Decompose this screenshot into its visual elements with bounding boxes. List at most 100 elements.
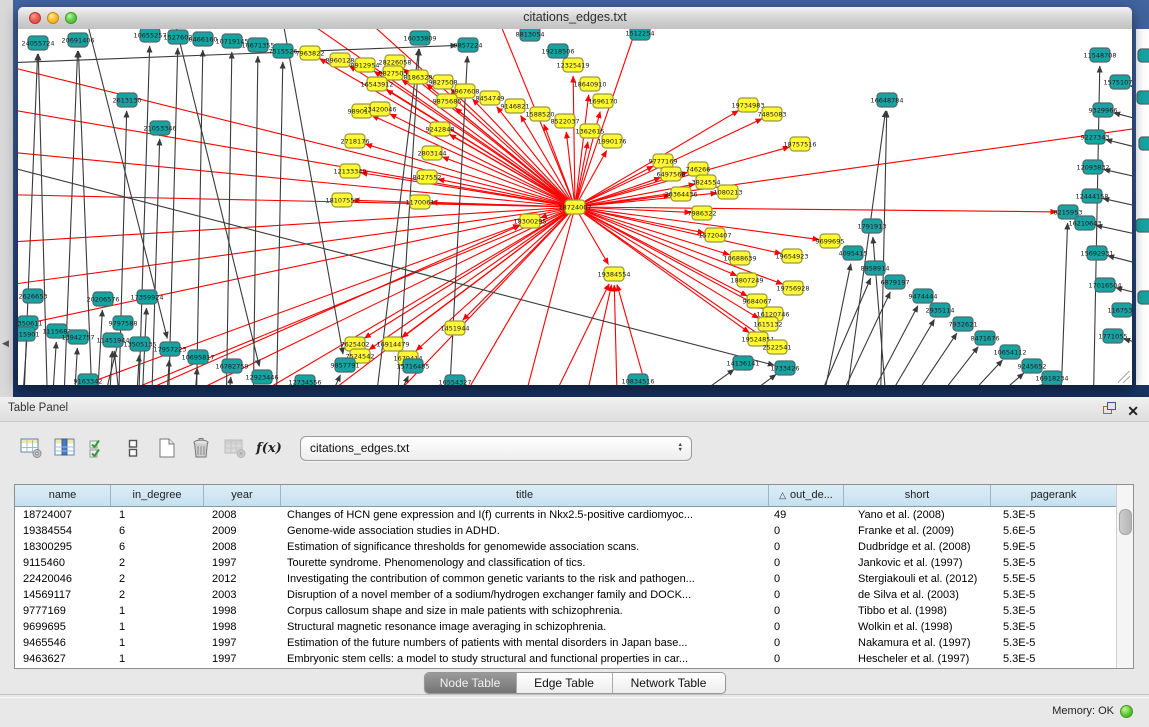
graph-node-12734556[interactable]: 12734556 [288,375,321,385]
graph-node-19654923[interactable]: 19654923 [775,249,808,263]
graph-node-8427552[interactable]: 8427552 [413,170,442,184]
graph-node-20691406[interactable]: 20691406 [61,33,94,47]
graph-edge[interactable] [617,285,658,385]
graph-node-24055724[interactable]: 24055724 [21,36,54,50]
scrollbar-thumb[interactable] [1119,509,1132,535]
column-header-name[interactable]: name [15,485,111,507]
graph-node-10654112[interactable]: 10654112 [993,345,1026,359]
graph-node-9797588[interactable]: 9797588 [109,316,138,330]
graph-edge[interactable] [18,149,575,207]
graph-edge[interactable] [518,207,575,385]
window-titlebar[interactable]: citations_edges.txt [18,7,1132,30]
graph-edge[interactable] [985,384,1043,385]
selection-checks-icon[interactable] [86,435,112,461]
graph-node-10688639[interactable]: 10688639 [723,251,756,265]
graph-edge[interactable] [818,264,851,385]
graph-node-2613130[interactable]: 2613130 [113,93,142,107]
graph-node-15720407[interactable]: 15720407 [698,228,731,242]
graph-edge[interactable] [658,369,734,385]
graph-node-1167531[interactable]: 1167531 [1108,303,1132,317]
graph-node-9242848[interactable]: 9242848 [426,122,455,136]
graph-node-9684067[interactable]: 9684067 [743,294,772,308]
graph-edge[interactable] [1060,223,1068,385]
graph-node-1990176[interactable]: 1990176 [598,134,627,148]
column-header-in_degree[interactable]: in_degree [111,485,204,507]
graph-node-16033809[interactable]: 16033809 [403,31,436,45]
graph-node-8466160[interactable]: 8466160 [189,32,218,46]
tab-edge-table[interactable]: Edge Table [517,673,613,693]
graph-node-9245652[interactable]: 9245652 [1018,359,1047,373]
graph-node-9699695[interactable]: 9699695 [816,234,845,248]
graph-node-1791913[interactable]: 1791913 [858,219,887,233]
graph-edge[interactable] [614,285,618,385]
graph-node-8813054[interactable]: 8813054 [516,29,545,41]
graph-node-15692931[interactable]: 15692931 [1080,246,1113,260]
graph-node-2718176[interactable]: 2718176 [341,134,370,148]
table-row[interactable]: 1872400712008Changes of HCN gene express… [15,507,1133,523]
network-window[interactable]: citations_edges.txt 18724007796382289601… [18,7,1132,385]
graph-node-19384554[interactable]: 19384554 [597,267,630,281]
graph-edge[interactable] [708,374,776,385]
graph-node-8912954[interactable]: 8912954 [351,58,380,72]
column-header-title[interactable]: title [281,485,769,507]
graph-node-19756928[interactable]: 19756928 [776,281,809,295]
graph-node-7485083[interactable]: 7485083 [758,107,787,121]
graph-node[interactable] [1138,49,1149,62]
graph-edge[interactable] [808,278,871,385]
graph-node-19218506[interactable]: 19218506 [541,44,574,58]
graph-node-8958914[interactable]: 8958914 [861,261,890,275]
network-canvas[interactable]: 1872400779638228960128891295428226058982… [18,29,1132,385]
table-row[interactable]: 1456911722003Disruption of a novel membe… [15,587,1133,603]
graph-edge[interactable] [51,342,56,385]
close-panel-icon[interactable]: ✕ [1127,403,1139,419]
create-column-icon[interactable] [154,435,180,461]
graph-node-16554327[interactable]: 16554327 [438,375,471,385]
graph-node-9857791[interactable]: 9857791 [331,358,360,372]
graph-node-1615132[interactable]: 1615132 [754,317,783,331]
graph-node[interactable] [1138,291,1149,304]
graph-edge[interactable] [1106,140,1132,155]
graph-edge[interactable] [538,284,609,385]
table-row[interactable]: 946554611997Estimation of the future num… [15,635,1133,651]
graph-edge[interactable] [18,194,575,207]
graph-node-1362615[interactable]: 1362615 [576,124,605,138]
graph-edge[interactable] [1116,288,1132,301]
graph-node[interactable] [1139,137,1149,150]
table-row[interactable]: 1938455462009Genome-wide association stu… [15,523,1133,539]
graph-node-1451944[interactable]: 1451944 [441,321,470,335]
graph-node-9227343[interactable]: 9227343 [1081,130,1110,144]
table-row[interactable]: 946362711997Embryonic stem cells: a mode… [15,651,1133,667]
graph-node-4095415[interactable]: 4095415 [839,246,868,260]
graph-edge[interactable] [965,373,1024,385]
graph-node-1733426[interactable]: 1733426 [771,361,800,375]
graph-node-12444158[interactable]: 12444158 [1075,189,1108,203]
graph-edge[interactable] [253,56,258,385]
graph-node-1512254[interactable]: 1512254 [626,29,655,40]
graph-node-10834516[interactable]: 10834516 [621,374,654,385]
graph-node-1080213[interactable]: 1080213 [714,185,743,199]
show-column-icon[interactable] [52,435,78,461]
graph-node-2626653[interactable]: 2626653 [19,289,48,303]
graph-node-8471676[interactable]: 8471676 [971,331,1000,345]
graph-node-7515526[interactable]: 7515526 [269,44,298,58]
graph-edge[interactable] [1130,86,1132,99]
column-header-short[interactable]: short [844,485,991,507]
graph-node-12093832[interactable]: 12093832 [1076,160,1109,174]
column-header-year[interactable]: year [204,485,281,507]
graph-node-12923446[interactable]: 12923446 [245,370,278,384]
tab-node-table[interactable]: Node Table [425,673,517,693]
graph-edge[interactable] [168,48,178,385]
graph-node-16648784[interactable]: 16648784 [870,93,903,107]
graph-node-18640910[interactable]: 18640910 [573,77,606,91]
graph-edge[interactable] [1096,225,1132,241]
graph-edge[interactable] [918,347,978,385]
graph-edge[interactable] [578,285,612,385]
graph-node-16914479[interactable]: 16914479 [376,337,409,351]
graph-node-10655257[interactable]: 10655257 [133,29,166,42]
graph-node-6497568[interactable]: 6497568 [657,167,686,181]
graph-node-15751074[interactable]: 15751074 [1103,75,1132,89]
graph-node-9875685[interactable]: 9875685 [433,94,462,108]
table-selector-dropdown[interactable]: citations_edges.txt ▲▼ [300,436,692,461]
graph-node-746266[interactable]: 746266 [686,162,711,176]
graph-edge[interactable] [58,225,520,385]
